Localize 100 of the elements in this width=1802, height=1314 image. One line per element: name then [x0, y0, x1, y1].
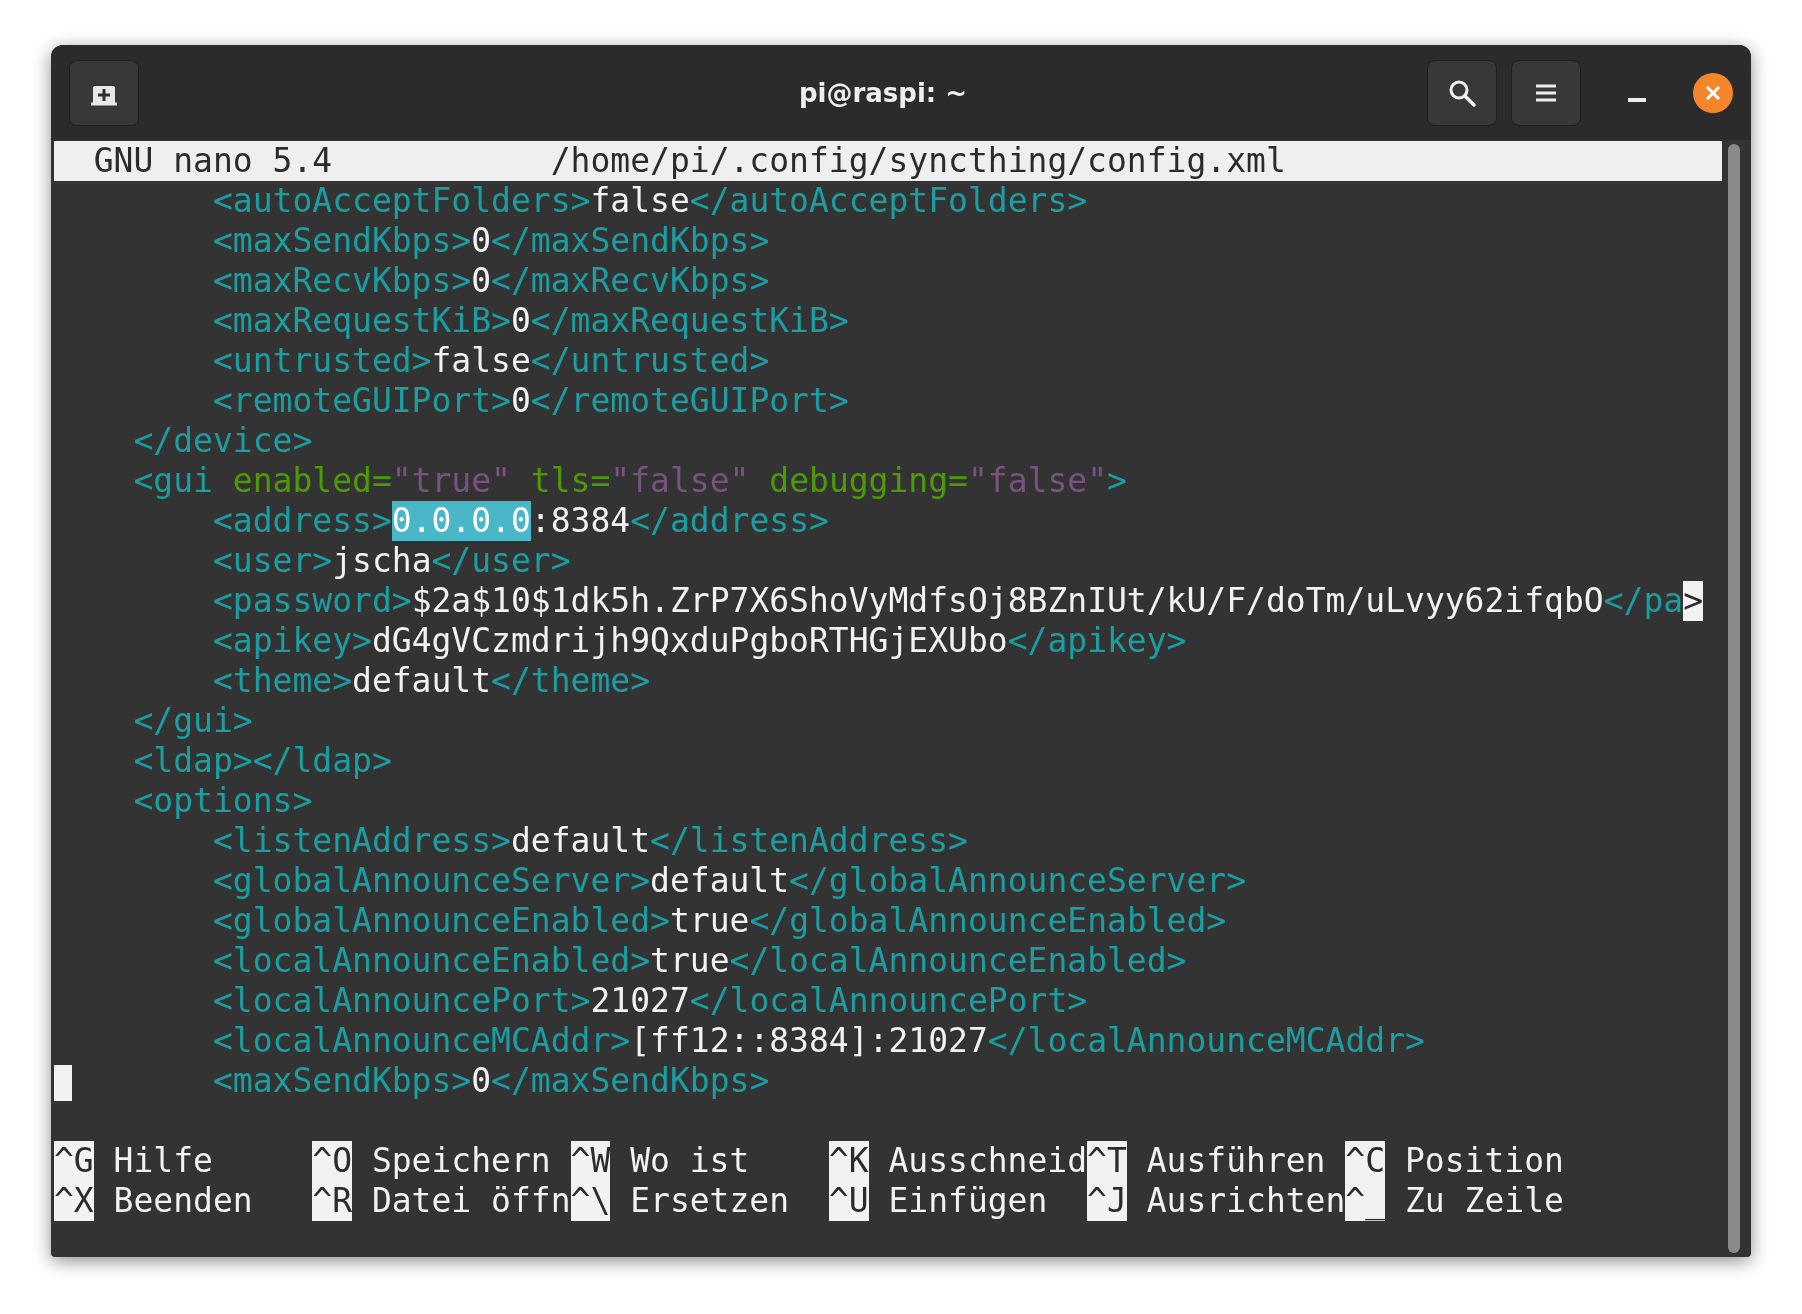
xml-tag: </listenAddress> [650, 821, 968, 861]
minimize-icon [1628, 96, 1646, 103]
xml-tag: <maxRecvKbps> [54, 261, 472, 301]
xml-tag: <localAnnouncePort> [54, 981, 591, 1021]
xml-text: default [650, 861, 790, 901]
nano-version: GNU nano 5.4 [93, 141, 333, 181]
close-icon [1704, 83, 1722, 102]
shortcut-label: Hilfe [113, 1141, 213, 1181]
xml-tag: <maxSendKbps> [54, 221, 472, 261]
xml-tag: </maxRequestKiB> [530, 301, 849, 341]
shortcut-key: ^R [312, 1181, 352, 1221]
shortcut-key: ^\ [570, 1181, 611, 1221]
shortcut-key: ^X [54, 1181, 94, 1221]
xml-text: 0 [471, 221, 492, 261]
shortcut-label: Ausrichten [1146, 1181, 1346, 1221]
xml-tag: <globalAnnounceEnabled> [54, 901, 670, 941]
file-path: /home/pi/.config/syncthing/config.xml [550, 141, 1286, 181]
xml-text: :8384 [530, 501, 631, 541]
xml-tag: </pa [1603, 581, 1684, 621]
xml-text: 0 [510, 301, 531, 341]
xml-tag: </user> [431, 541, 571, 581]
xml-tag: </address> [630, 501, 829, 541]
xml-tag: </globalAnnounceServer> [789, 861, 1247, 901]
xml-tag: </apikey> [1007, 621, 1187, 661]
search-button[interactable] [1427, 59, 1497, 126]
shortcut-key: ^O [312, 1141, 352, 1181]
shortcut-key: ^C [1345, 1141, 1386, 1181]
xml-tag: <options> [54, 781, 313, 821]
shortcut-label: Ausführen [1146, 1141, 1326, 1181]
xml-tag: <maxRequestKiB> [54, 301, 511, 341]
xml-tag: <untrusted> [54, 341, 432, 381]
xml-tag: <localAnnounceEnabled> [54, 941, 651, 981]
line-overflow-marker: > [1683, 581, 1704, 621]
menu-button[interactable] [1511, 59, 1581, 126]
xml-text: 0 [510, 381, 531, 421]
xml-text: 0 [471, 261, 492, 301]
shortcut-label: Ausschneid [888, 1141, 1088, 1181]
xml-value: "false" [610, 461, 750, 501]
xml-tag: </maxRecvKbps> [491, 261, 770, 301]
xml-text: dG4gVCzmdrijh9QxduPgboRTHGjEXUbo [371, 621, 1008, 661]
xml-tag: </maxSendKbps> [491, 221, 770, 261]
close-button[interactable] [1693, 72, 1733, 113]
shortcut-label: Zu Zeile [1404, 1181, 1564, 1221]
shortcut-key: ^K [828, 1141, 869, 1181]
xml-tag: <autoAcceptFolders> [54, 181, 591, 221]
xml-attribute: enabled= [231, 461, 392, 501]
shortcut-key: ^U [828, 1181, 869, 1221]
xml-text: false [590, 181, 690, 221]
xml-tag: <gui [54, 461, 213, 501]
xml-tag: </localAnnouncePort> [689, 981, 1088, 1021]
xml-text: 0 [471, 1061, 492, 1101]
xml-tag: > [1107, 461, 1127, 501]
xml-tag: <theme> [54, 661, 352, 701]
xml-text: default [510, 821, 651, 861]
xml-text: jscha [332, 541, 432, 581]
shortcut-label: Position [1404, 1141, 1564, 1181]
xml-tag: <maxSendKbps> [54, 1061, 472, 1101]
shortcut-label: Datei öffn [371, 1181, 571, 1221]
xml-tag: <globalAnnounceServer> [54, 861, 651, 901]
xml-text: [ff12::8384]:21027 [630, 1021, 988, 1061]
xml-text: true [669, 901, 750, 941]
xml-tag: <password> [54, 581, 412, 621]
xml-value: "false" [967, 461, 1108, 501]
xml-text: $2a$10$1dk5h.ZrP7X6ShoVyMdfsOj8BZnIUt/kU/F/doTm/uLvyy62ifqbO [411, 581, 1604, 621]
shortcut-label: Speichern [371, 1141, 551, 1181]
scrollbar[interactable] [1728, 144, 1740, 1253]
xml-tag: <ldap></ldap> [54, 741, 392, 781]
xml-tag: <remoteGUIPort> [54, 381, 511, 421]
new-tab-button[interactable] [69, 59, 139, 126]
xml-tag: </untrusted> [530, 341, 770, 381]
window-title: pi@raspi: ~ [797, 77, 969, 108]
xml-tag: <localAnnounceMCAddr> [54, 1021, 631, 1061]
xml-attribute: debugging= [768, 461, 968, 501]
selected-text: 0.0.0.0 [391, 501, 531, 541]
xml-tag: </gui> [54, 701, 253, 741]
xml-tag: </theme> [491, 661, 651, 701]
shortcut-label: Einfügen [888, 1181, 1048, 1221]
xml-tag: </maxSendKbps> [491, 1061, 770, 1101]
xml-tag: </autoAcceptFolders> [689, 181, 1088, 221]
xml-tag: <apikey> [54, 621, 372, 661]
menu-icon [1535, 82, 1557, 103]
shortcut-label: Beenden [113, 1181, 253, 1221]
shortcut-key: ^T [1087, 1141, 1127, 1181]
xml-tag: <listenAddress> [54, 821, 511, 861]
xml-text: true [650, 941, 730, 981]
xml-tag: </remoteGUIPort> [530, 381, 849, 421]
xml-tag: </globalAnnounceEnabled> [749, 901, 1227, 941]
xml-attribute: tls= [529, 461, 611, 501]
shortcut-key: ^_ [1345, 1181, 1386, 1221]
xml-tag: <user> [54, 541, 333, 581]
xml-value: "true" [391, 461, 511, 501]
shortcut-key: ^J [1087, 1181, 1127, 1221]
xml-tag: </device> [54, 421, 313, 461]
xml-text: default [352, 661, 492, 701]
xml-text: 21027 [590, 981, 690, 1021]
shortcut-label: Ersetzen [630, 1181, 790, 1221]
xml-text: false [431, 341, 531, 381]
xml-tag: </localAnnounceMCAddr> [987, 1021, 1425, 1061]
xml-tag: </localAnnounceEnabled> [729, 941, 1187, 981]
xml-tag: <address> [54, 501, 392, 541]
